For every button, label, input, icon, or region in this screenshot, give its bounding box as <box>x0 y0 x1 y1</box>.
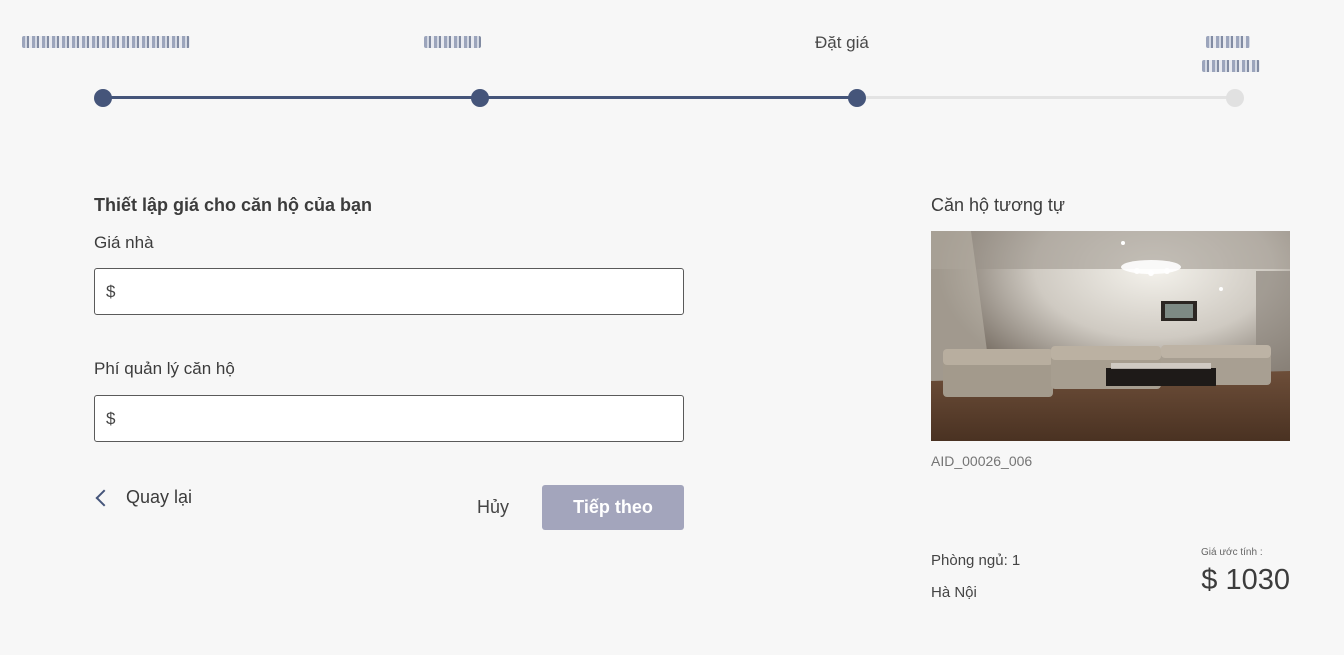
back-button[interactable]: Quay lại <box>94 487 192 508</box>
estimate-label: Giá ước tính : <box>1201 547 1263 558</box>
bedrooms-info: Phòng ngủ: 1 <box>931 552 1021 569</box>
step-2-label <box>424 36 481 48</box>
step-2-dot <box>471 89 489 107</box>
step-1-label <box>22 36 190 48</box>
fee-field[interactable]: $ <box>94 395 684 442</box>
step-3-label: Đặt giá <box>815 33 869 52</box>
chevron-left-icon <box>95 489 113 506</box>
step-3-dot <box>848 89 866 107</box>
estimate-price: $ 1030 <box>1201 564 1290 596</box>
price-currency-symbol: $ <box>106 281 116 301</box>
apartment-photo[interactable] <box>931 231 1290 441</box>
similar-apartment-title: Căn hộ tương tự <box>931 195 1065 215</box>
price-label: Giá nhà <box>94 233 154 252</box>
form-heading: Thiết lập giá cho căn hộ của bạn <box>94 195 373 215</box>
price-input[interactable] <box>121 268 683 315</box>
step-4-label <box>1206 36 1250 48</box>
step-4-dot <box>1226 89 1244 107</box>
step-1-dot <box>94 89 112 107</box>
progress-stepper: Đặt giá <box>0 0 1344 120</box>
city-info: Hà Nội <box>931 584 977 601</box>
step-4-label-line-2 <box>1202 60 1260 72</box>
fee-input[interactable] <box>121 395 683 442</box>
apartment-id: AID_00026_006 <box>931 453 1033 469</box>
fee-label: Phí quản lý căn hộ <box>94 359 235 378</box>
living-room-image <box>931 231 1290 441</box>
progress-track-pending <box>857 96 1235 99</box>
next-button[interactable]: Tiếp theo <box>542 485 684 530</box>
back-button-label: Quay lại <box>126 487 193 507</box>
price-field[interactable]: $ <box>94 268 684 315</box>
fee-currency-symbol: $ <box>106 408 116 428</box>
cancel-button[interactable]: Hủy <box>477 497 509 518</box>
